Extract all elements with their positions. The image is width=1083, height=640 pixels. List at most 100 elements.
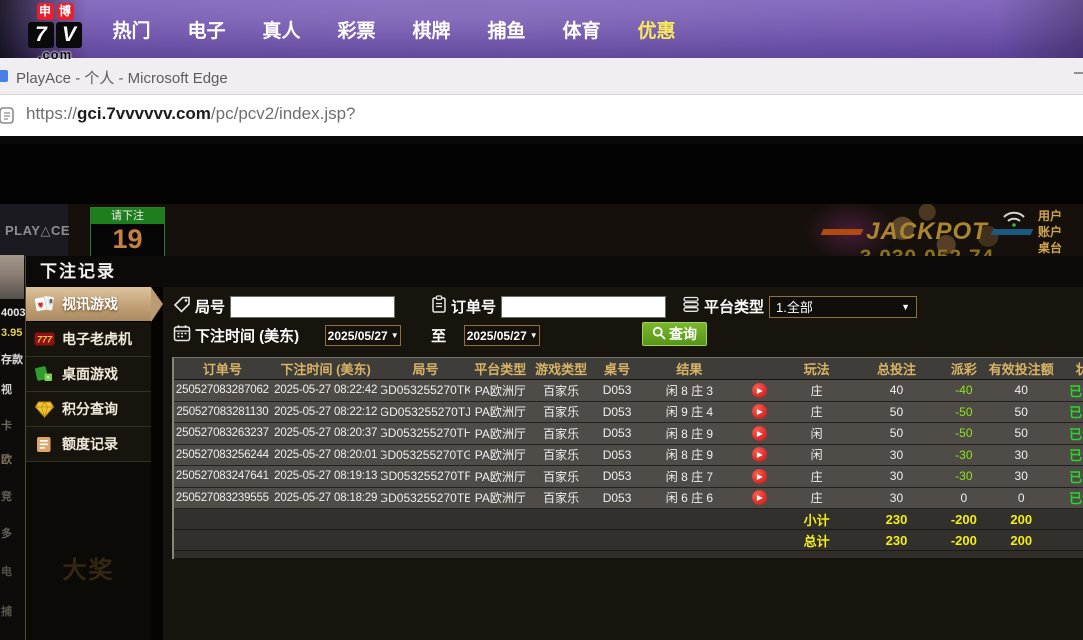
- col-header-order_no: 订单号: [202, 362, 242, 377]
- sidebar-item-4[interactable]: 积分查询: [26, 392, 151, 427]
- bg-fragment: 多: [1, 528, 12, 540]
- cell-payout: 0: [960, 490, 968, 505]
- cell-total_bet: 30: [889, 447, 904, 462]
- subtotal-valid_bet: 200: [1010, 511, 1033, 527]
- search-button[interactable]: 查询: [642, 322, 707, 346]
- slot-icon: 777: [33, 331, 55, 347]
- nav-item-7[interactable]: 体育: [544, 16, 619, 43]
- platform-type-select[interactable]: 1.全部 ▼: [769, 295, 918, 318]
- cell-play: ▶: [737, 488, 782, 509]
- browser-titlebar: PlayAce - 个人 - Microsoft Edge —: [0, 58, 1083, 95]
- cell-round_no: GD053255270TK: [380, 383, 471, 398]
- play-video-button[interactable]: ▶: [751, 404, 767, 420]
- play-video-button[interactable]: ▶: [751, 425, 767, 441]
- cell-platform: PA欧洲厅: [474, 491, 526, 506]
- play-video-button[interactable]: ▶: [751, 447, 767, 463]
- clipboard-icon: [431, 295, 447, 318]
- cell-valid_bet: 0: [1017, 490, 1025, 505]
- table-row: 250527083263237 2025-05-27 08:20:37 GD0532…: [174, 423, 1083, 445]
- subtotal-row: 小计 230 -200 200: [174, 509, 1083, 530]
- nav-item-8[interactable]: 优惠: [619, 16, 694, 43]
- diamond-icon: [33, 400, 55, 418]
- play-icon: ▶: [756, 450, 763, 459]
- screen: 申 博 7 V .com 热门 电子 真人 彩票 棋牌 捕鱼 体育 优惠 PlayAce - …: [0, 0, 1083, 640]
- cell-result: 闲 8 庄 9: [665, 448, 714, 463]
- svg-text:777: 777: [36, 335, 52, 345]
- cell-play_type: 庄: [810, 383, 823, 398]
- play-icon: ▶: [756, 493, 763, 502]
- subtotal-play_type: 小计: [803, 512, 830, 528]
- sidebar-item-5[interactable]: 额度记录: [26, 427, 151, 462]
- cell-table_no: D053: [602, 447, 632, 462]
- nav-item-2[interactable]: 电子: [169, 16, 244, 43]
- sidebar-item-1[interactable]: 9 ♥ 视讯游戏: [26, 287, 163, 322]
- cards-icon: 9 ♥: [33, 295, 55, 313]
- cell-round_no: GD053255270TH: [380, 426, 471, 441]
- total-payout: -200: [950, 532, 977, 548]
- col-header-play: [737, 358, 782, 379]
- cell-valid_bet: 30: [1014, 447, 1028, 462]
- platform-type-value: 1.全部: [776, 300, 813, 315]
- url-text[interactable]: https://gci.7vvvvvv.com/pc/pcv2/index.js…: [26, 104, 356, 124]
- cell-play_type: 庄: [810, 405, 823, 420]
- bg-fragment: 4003: [1, 307, 26, 319]
- cell-order_no: 250527083281130: [176, 405, 269, 418]
- nav-item-1[interactable]: 热门: [94, 16, 169, 43]
- cell-result: 闲 8 庄 3: [665, 383, 714, 398]
- total-game_type: [530, 530, 592, 550]
- cell-platform: PA欧洲厅: [474, 383, 526, 398]
- total-valid_bet: 200: [1010, 532, 1033, 548]
- nav-item-3[interactable]: 真人: [244, 16, 319, 43]
- logo-badge-left: 申: [36, 3, 54, 20]
- total-bet_time: [271, 530, 381, 550]
- cell-game_type: 百家乐: [543, 469, 580, 484]
- date-to-label: 至: [431, 328, 447, 345]
- bg-fragment: 存款: [1, 354, 23, 366]
- modal-content: 局号 订单号 平台类型 1.全部 ▼ 下注时间 (美东) 2025/05/27 …: [163, 287, 1083, 640]
- chevron-down-icon: ▼: [901, 301, 911, 312]
- total-result: [642, 530, 737, 550]
- subtotal-platform: [470, 509, 530, 529]
- cell-order_no: 250527083247641: [175, 470, 269, 483]
- subtotal-bet_time: [271, 509, 381, 529]
- cell-bet_time: 2025-05-27 08:18:29: [274, 491, 378, 504]
- cell-order_no: 250527083287062: [175, 384, 269, 397]
- subtotal-result: [642, 509, 737, 529]
- total-play: [737, 530, 782, 550]
- date-to-picker[interactable]: 2025/05/27 ▼: [464, 325, 541, 346]
- bg-fragment: 欧: [1, 454, 12, 466]
- nav-item-6[interactable]: 捕鱼: [469, 16, 544, 43]
- cell-total_bet: 40: [889, 383, 904, 398]
- cell-status: 已派彩: [1069, 405, 1083, 421]
- browser-urlbar[interactable]: https://gci.7vvvvvv.com/pc/pcv2/index.js…: [0, 95, 1083, 136]
- site-logo[interactable]: 申 博 7 V .com: [22, 3, 88, 62]
- logo-badge-right: 博: [56, 3, 74, 20]
- cell-game_type: 百家乐: [543, 405, 580, 420]
- minimize-button[interactable]: —: [1074, 64, 1083, 81]
- site-nav-bar: 申 博 7 V .com 热门 电子 真人 彩票 棋牌 捕鱼 体育 优惠: [0, 0, 1083, 62]
- nav-item-4[interactable]: 彩票: [319, 16, 394, 43]
- play-video-button[interactable]: ▶: [751, 468, 767, 484]
- date-from-value: 2025/05/27: [327, 328, 388, 343]
- banner-right-label: 桌台: [1038, 241, 1063, 255]
- url-path: /pc/pcv2/index.jsp?: [210, 104, 356, 123]
- date-from-picker[interactable]: 2025/05/27 ▼: [325, 325, 402, 346]
- bg-fragment: 竞: [1, 491, 12, 503]
- subtotal-round_no: [381, 509, 471, 529]
- table-row: 250527083239555 2025-05-27 08:18:29 GD0532…: [174, 487, 1083, 509]
- chevron-down-icon: ▼: [390, 331, 399, 340]
- play-video-button[interactable]: ▶: [751, 382, 767, 398]
- sidebar-item-3[interactable]: 桌面游戏: [26, 357, 151, 392]
- table-row: 250527083287062 2025-05-27 08:22:42 GD0532…: [174, 380, 1083, 402]
- subtotal-status: [1056, 509, 1083, 529]
- cell-result: 闲 9 庄 4: [665, 405, 714, 420]
- bet-table: 订单号 下注时间 (美东) 局号 平台类型游戏类型 桌号 结果 玩法 总投注 派彩有效投注额 状态…: [172, 357, 1083, 559]
- play-video-button[interactable]: ▶: [751, 490, 767, 506]
- nav-item-5[interactable]: 棋牌: [394, 16, 469, 43]
- modal-title: 下注记录: [26, 256, 1083, 287]
- sidebar-item-2[interactable]: 777 电子老虎机: [26, 322, 151, 357]
- site-info-icon[interactable]: [0, 106, 14, 130]
- round-no-input[interactable]: [230, 295, 396, 318]
- total-status: [1056, 530, 1083, 550]
- order-no-input[interactable]: [501, 295, 667, 318]
